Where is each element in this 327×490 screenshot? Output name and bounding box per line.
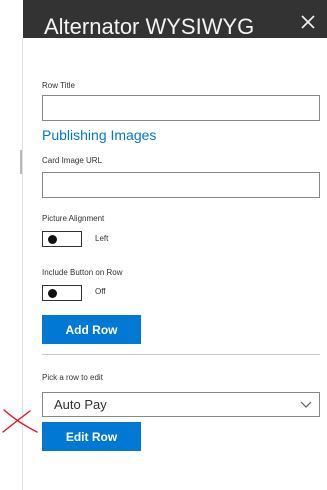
edit-row-button[interactable]: Edit Row <box>42 422 141 451</box>
include-button-state: Off <box>95 287 106 296</box>
section-divider <box>42 354 320 355</box>
red-x-annotation-icon <box>2 409 38 433</box>
picture-alignment-state: Left <box>95 234 109 243</box>
toggle-thumb <box>48 289 57 298</box>
add-row-button[interactable]: Add Row <box>42 315 141 344</box>
include-button-toggle[interactable] <box>42 285 82 301</box>
picture-alignment-toggle[interactable] <box>42 231 82 247</box>
include-button-label: Include Button on Row <box>42 268 123 277</box>
side-panel: Alternator WYSIWYG Row Title Publishing … <box>23 0 327 490</box>
chevron-down-icon <box>300 401 312 408</box>
card-image-url-input[interactable] <box>42 172 320 198</box>
background-page-mark <box>20 150 22 174</box>
picture-alignment-label: Picture Alignment <box>42 214 105 223</box>
row-title-label: Row Title <box>42 81 75 90</box>
row-select-value: Auto Pay <box>54 397 107 412</box>
toggle-thumb <box>48 235 57 244</box>
panel-header: Alternator WYSIWYG <box>23 0 327 38</box>
panel-title: Alternator WYSIWYG <box>44 14 255 38</box>
row-title-input[interactable] <box>42 95 320 121</box>
close-icon[interactable] <box>298 12 318 32</box>
publishing-images-heading: Publishing Images <box>42 127 157 143</box>
row-select-dropdown[interactable]: Auto Pay <box>42 392 320 417</box>
card-image-url-label: Card Image URL <box>42 156 103 165</box>
pick-row-label: Pick a row to edit <box>42 373 103 382</box>
